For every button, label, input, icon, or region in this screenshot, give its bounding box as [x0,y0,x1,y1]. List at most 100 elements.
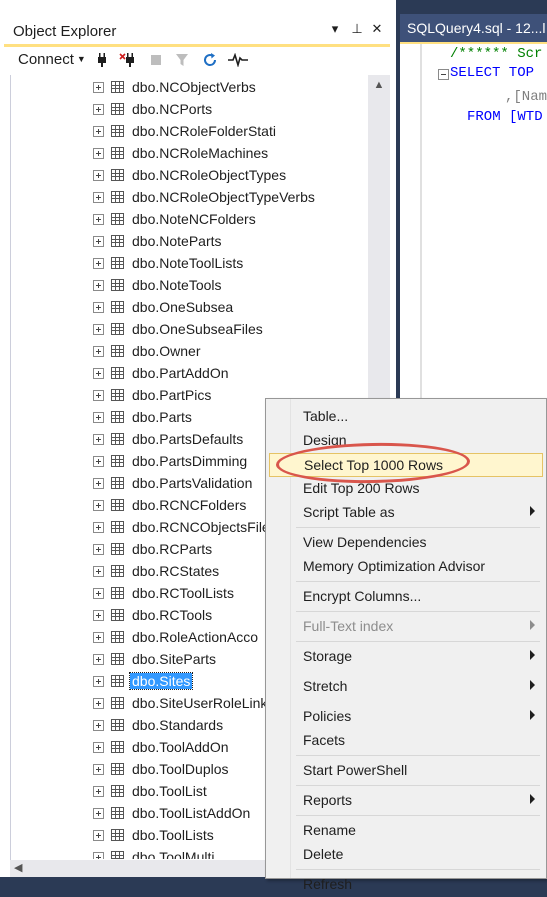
expand-icon[interactable] [93,324,104,335]
table-row[interactable]: dbo.NCObjectVerbs [10,77,368,99]
expand-icon[interactable] [93,192,104,203]
expand-icon[interactable] [93,610,104,621]
connect-button[interactable]: Connect ▼ [18,51,86,68]
table-row[interactable]: dbo.NoteParts [10,231,368,253]
expand-icon[interactable] [93,632,104,643]
menu-item-stretch[interactable]: Stretch [269,675,543,699]
menu-item-rename[interactable]: Rename [269,819,543,843]
table-row-label: dbo.RoleActionAcco [132,629,259,645]
table-icon [111,741,124,753]
object-explorer-toolbar: Connect ▼ [4,47,390,73]
table-row-label: dbo.Parts [132,409,192,425]
menu-separator [296,755,540,756]
table-row[interactable]: dbo.NCRoleMachines [10,143,368,165]
table-row-label: dbo.NoteParts [132,233,222,249]
table-row[interactable]: dbo.NCRoleFolderStati [10,121,368,143]
menu-item-full-text-index[interactable]: Full-Text index [269,615,543,639]
refresh-icon[interactable] [200,50,220,70]
pin-icon[interactable]: ⊥ [348,20,366,38]
table-icon [111,257,124,269]
table-row-label: dbo.RCParts [132,541,213,557]
expand-icon[interactable] [93,852,104,859]
menu-item-policies[interactable]: Policies [269,705,543,729]
filter-icon[interactable] [172,50,192,70]
menu-item-delete[interactable]: Delete [269,843,543,867]
window-position-dropdown-icon[interactable]: ▾ [326,20,344,38]
menu-item-select-top-1000-rows[interactable]: Select Top 1000 Rows [269,453,543,477]
menu-item-start-powershell[interactable]: Start PowerShell [269,759,543,783]
expand-icon[interactable] [93,346,104,357]
expand-icon[interactable] [93,808,104,819]
expand-icon[interactable] [93,786,104,797]
expand-icon[interactable] [93,126,104,137]
table-row-label: dbo.ToolLists [132,827,214,843]
expand-icon[interactable] [93,566,104,577]
menu-item-design[interactable]: Design [269,429,543,453]
expand-icon[interactable] [93,302,104,313]
menu-item-facets[interactable]: Facets [269,729,543,753]
expand-icon[interactable] [93,654,104,665]
table-row[interactable]: dbo.NoteToolLists [10,253,368,275]
menu-item-storage[interactable]: Storage [269,645,543,669]
expand-icon[interactable] [93,104,104,115]
menu-item-label: Rename [303,822,356,838]
menu-item-script-table-as[interactable]: Script Table as [269,501,543,525]
scroll-up-icon[interactable]: ▲ [368,79,390,93]
connect-plug-icon[interactable] [92,50,112,70]
expand-icon[interactable] [93,412,104,423]
table-row[interactable]: dbo.NCRoleObjectTypes [10,165,368,187]
expand-icon[interactable] [93,500,104,511]
menu-item-memory-optimization-advisor[interactable]: Memory Optimization Advisor [269,555,543,579]
menu-item-edit-top-200-rows[interactable]: Edit Top 200 Rows [269,477,543,501]
expand-icon[interactable] [93,148,104,159]
expand-icon[interactable] [93,588,104,599]
expand-icon[interactable] [93,258,104,269]
expand-icon[interactable] [93,434,104,445]
table-row-label: dbo.SiteParts [132,651,217,667]
expand-icon[interactable] [93,214,104,225]
table-row[interactable]: dbo.NoteTools [10,275,368,297]
expand-icon[interactable] [93,742,104,753]
menu-item-label: Full-Text index [303,618,394,634]
menu-item-label: Reports [303,792,353,808]
table-row[interactable]: dbo.PartAddOn [10,363,368,385]
table-icon [111,213,124,225]
expand-icon[interactable] [93,764,104,775]
table-row[interactable]: dbo.OneSubsea [10,297,368,319]
expand-icon[interactable] [93,82,104,93]
expand-icon[interactable] [93,544,104,555]
expand-icon[interactable] [93,478,104,489]
expand-icon[interactable] [93,456,104,467]
menu-item-view-dependencies[interactable]: View Dependencies [269,531,543,555]
expand-icon[interactable] [93,698,104,709]
expand-icon[interactable] [93,280,104,291]
code-line-comment: /****** Scr [450,46,543,62]
expand-icon[interactable] [93,236,104,247]
activity-monitor-icon[interactable] [228,50,248,70]
table-row-label: dbo.NCRoleMachines [132,145,269,161]
table-row-label: dbo.NCRoleObjectTypes [132,167,287,183]
table-row[interactable]: dbo.NoteNCFolders [10,209,368,231]
disconnect-plug-icon[interactable] [118,50,138,70]
collapse-icon[interactable] [438,69,449,80]
tab-sqlquery4[interactable]: SQLQuery4.sql - 12...l [400,14,547,42]
menu-item-reports[interactable]: Reports [269,789,543,813]
table-row[interactable]: dbo.NCRoleObjectTypeVerbs [10,187,368,209]
scroll-left-icon[interactable]: ◀ [14,861,22,874]
expand-icon[interactable] [93,368,104,379]
expand-icon[interactable] [93,390,104,401]
expand-icon[interactable] [93,522,104,533]
table-row[interactable]: dbo.Owner [10,341,368,363]
table-row[interactable]: dbo.OneSubseaFiles [10,319,368,341]
tab-title: SQLQuery4.sql - 12...l [407,20,546,36]
stop-icon[interactable] [146,50,166,70]
expand-icon[interactable] [93,720,104,731]
table-icon [111,367,124,379]
expand-icon[interactable] [93,830,104,841]
expand-icon[interactable] [93,676,104,687]
menu-item-table[interactable]: Table... [269,405,543,429]
table-row[interactable]: dbo.NCPorts [10,99,368,121]
menu-item-encrypt-columns[interactable]: Encrypt Columns... [269,585,543,609]
expand-icon[interactable] [93,170,104,181]
close-icon[interactable]: ✕ [368,20,386,38]
